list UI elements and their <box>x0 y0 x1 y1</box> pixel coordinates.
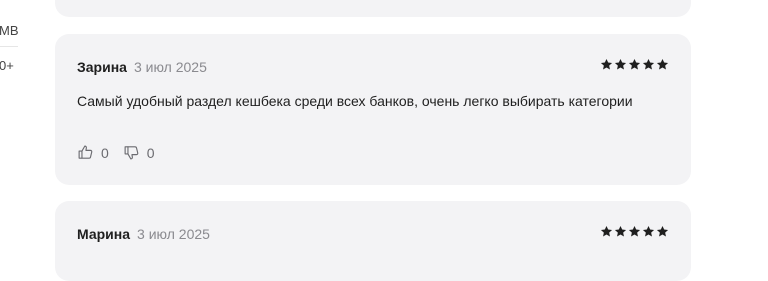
review-text: Самый удобный раздел кешбека среди всех … <box>77 93 633 109</box>
dislike-button[interactable]: 0 <box>123 144 155 161</box>
review-date: 3 июл 2025 <box>133 59 207 75</box>
star-icon <box>600 225 613 237</box>
star-icon <box>628 58 641 70</box>
review-date: 3 июл 2025 <box>137 226 210 242</box>
review-author: Марина <box>77 226 131 242</box>
star-icon <box>642 58 655 70</box>
thumbs-up-icon <box>78 145 93 159</box>
star-icon <box>656 225 669 237</box>
star-icon <box>600 58 613 70</box>
sidebar-item-age[interactable]: 0+ <box>0 58 14 73</box>
like-button[interactable]: 0 <box>77 144 109 161</box>
rating-stars <box>600 225 669 238</box>
rating-stars <box>600 58 669 71</box>
review-header: Зарина 3 июл 2025 <box>77 59 207 75</box>
sidebar-divider <box>0 46 18 47</box>
star-icon <box>614 58 627 70</box>
star-icon <box>656 58 669 70</box>
sidebar-item-label: 0+ <box>0 58 14 73</box>
review-author: Зарина <box>77 59 127 75</box>
review-card: Зарина 3 июл 2025 Самый удобный раздел к… <box>55 34 691 185</box>
like-count: 0 <box>101 144 109 161</box>
star-icon <box>642 225 655 237</box>
thumbs-down-icon <box>124 146 139 160</box>
sidebar-item-mv[interactable]: МВ <box>0 23 19 38</box>
review-card-previous <box>55 0 691 17</box>
star-icon <box>614 225 627 237</box>
dislike-count: 0 <box>146 144 155 161</box>
review-votes: 0 0 <box>77 144 155 161</box>
star-icon <box>628 225 641 237</box>
review-card: Марина 3 июл 2025 <box>55 201 691 281</box>
review-header: Марина 3 июл 2025 <box>77 226 210 242</box>
sidebar: МВ 0+ <box>0 0 30 249</box>
sidebar-item-label: МВ <box>0 23 19 38</box>
